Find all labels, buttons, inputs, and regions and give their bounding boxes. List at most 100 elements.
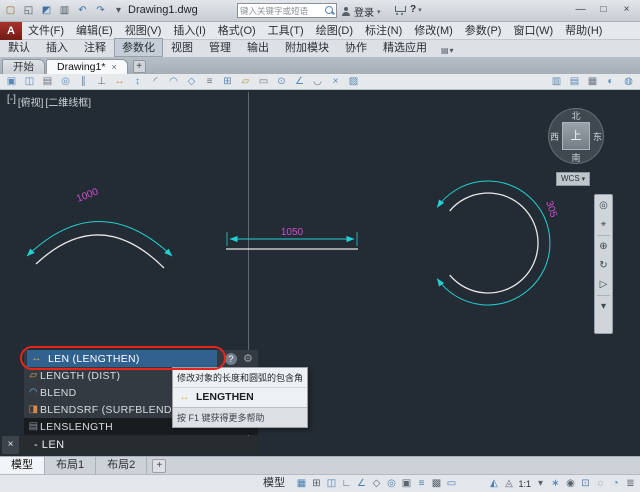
transparency-icon[interactable]: ▩ bbox=[431, 478, 442, 489]
search-input[interactable] bbox=[238, 5, 324, 16]
minimize-button[interactable]: — bbox=[569, 1, 592, 19]
new-layout-button[interactable] bbox=[152, 459, 167, 473]
open-file-icon[interactable]: ◱ bbox=[21, 3, 36, 18]
object-snap-icon[interactable]: ▣ bbox=[401, 478, 412, 489]
visual-style-controls[interactable]: [二维线框] bbox=[45, 94, 91, 109]
concentric-constraint-icon[interactable]: ◎ bbox=[59, 75, 72, 89]
file-tab-drawing1[interactable]: Drawing1* bbox=[46, 59, 128, 74]
close-tab-icon[interactable] bbox=[111, 60, 116, 74]
infer-constraints-icon[interactable]: ◫ bbox=[326, 478, 337, 489]
isometric-drafting-icon[interactable]: ◇ bbox=[371, 478, 382, 489]
ribbon-tab-parametric[interactable]: 参数化 bbox=[114, 38, 163, 57]
workspace-cube-icon[interactable]: ▣ bbox=[5, 75, 18, 89]
menu-edit[interactable]: 编辑(E) bbox=[70, 22, 119, 40]
coincident-constraint-icon[interactable]: ◫ bbox=[23, 75, 36, 89]
viewcube-east-label[interactable]: 东 bbox=[593, 130, 602, 143]
polar-tracking-icon[interactable]: ∠ bbox=[356, 478, 367, 489]
left-dimension-arc[interactable] bbox=[26, 221, 173, 257]
show-motion-icon[interactable]: ▷ bbox=[596, 276, 611, 293]
annotation-scale-button[interactable]: 1:1 bbox=[518, 479, 531, 489]
ribbon-tab-annotate[interactable]: 注释 bbox=[76, 38, 114, 57]
help-menu-button[interactable]: ? bbox=[410, 4, 422, 15]
model-space-button[interactable]: 模型 bbox=[258, 475, 290, 492]
ribbon-tab-output[interactable]: 输出 bbox=[239, 38, 277, 57]
left-arc-entity[interactable] bbox=[35, 234, 165, 269]
menu-window[interactable]: 窗口(W) bbox=[507, 22, 559, 40]
right-arc-dimension-text[interactable]: 305 bbox=[543, 200, 559, 220]
menu-dimension[interactable]: 标注(N) bbox=[359, 22, 408, 40]
viewcube[interactable]: 上 北 南 西 东 WCS bbox=[540, 96, 612, 188]
layout-tab-layout1[interactable]: 布局1 bbox=[45, 457, 97, 474]
sheet-set-manager-icon[interactable]: ▤ bbox=[568, 75, 581, 89]
viewcube-south-label[interactable]: 南 bbox=[540, 151, 612, 164]
save-icon[interactable]: ◩ bbox=[39, 3, 54, 18]
object-snap-tracking-icon[interactable]: ◎ bbox=[386, 478, 397, 489]
left-arc-dimension-text[interactable]: 1000 bbox=[75, 186, 100, 204]
auto-constrain-icon[interactable]: ⊞ bbox=[221, 75, 234, 89]
plot-icon[interactable]: ▥ bbox=[57, 3, 72, 18]
orbit-icon[interactable]: ↻ bbox=[596, 257, 611, 274]
lineweight-icon[interactable]: ≡ bbox=[416, 478, 427, 489]
graphics-performance-icon[interactable]: ◔ bbox=[610, 478, 621, 489]
annotation-monitor-icon[interactable]: ◉ bbox=[565, 478, 576, 489]
parameters-manager-icon[interactable]: ▨ bbox=[347, 75, 360, 89]
menu-format[interactable]: 格式(O) bbox=[212, 22, 262, 40]
suggestion-len-lengthen[interactable]: ↔ LEN (LENGTHEN) bbox=[27, 350, 217, 367]
menu-file[interactable]: 文件(F) bbox=[22, 22, 70, 40]
undo-icon[interactable]: ↶ bbox=[75, 3, 90, 18]
ribbon-tab-insert[interactable]: 插入 bbox=[38, 38, 76, 57]
view-controls[interactable]: [俯视] bbox=[18, 94, 44, 109]
new-file-icon[interactable]: ▢ bbox=[3, 3, 18, 18]
scale-caret-icon[interactable]: ▾ bbox=[535, 478, 546, 489]
radius-dimension-icon[interactable]: ⊙ bbox=[275, 75, 288, 89]
ribbon-tab-home[interactable]: 默认 bbox=[0, 38, 38, 57]
pan-icon[interactable]: ⌖ bbox=[596, 216, 611, 233]
ribbon-tab-addins[interactable]: 附加模块 bbox=[277, 38, 337, 57]
viewport-controls-menu[interactable]: [-] bbox=[7, 94, 16, 109]
annotation-visibility-icon[interactable]: ◭ bbox=[488, 478, 499, 489]
snap-icon[interactable]: ⊞ bbox=[311, 478, 322, 489]
menu-draw[interactable]: 绘图(D) bbox=[310, 22, 359, 40]
menu-parametric[interactable]: 参数(P) bbox=[459, 22, 508, 40]
aligned-dimension-icon[interactable]: ◡ bbox=[311, 75, 324, 89]
viewcube-west-label[interactable]: 西 bbox=[550, 130, 559, 143]
ribbon-tab-manage[interactable]: 管理 bbox=[201, 38, 239, 57]
hide-constraints-icon[interactable]: ▭ bbox=[257, 75, 270, 89]
app-logo-button[interactable]: A bbox=[0, 21, 22, 40]
qat-dropdown-icon[interactable]: ▾ bbox=[111, 3, 126, 18]
materials-browser-icon[interactable]: ◐ bbox=[604, 75, 617, 89]
layout-tab-layout2[interactable]: 布局2 bbox=[96, 457, 148, 474]
perpendicular-constraint-icon[interactable]: ⊥ bbox=[95, 75, 108, 89]
redo-icon[interactable]: ↷ bbox=[93, 3, 108, 18]
file-tab-start[interactable]: 开始 bbox=[2, 59, 45, 74]
ribbon-options-icon[interactable] bbox=[435, 46, 461, 57]
right-arc-entity[interactable] bbox=[449, 192, 539, 294]
grid-icon[interactable]: ▦ bbox=[296, 478, 307, 489]
viewcube-north-label[interactable]: 北 bbox=[540, 109, 612, 122]
navigation-wheel-icon[interactable]: ◎ bbox=[596, 197, 611, 214]
isolate-objects-icon[interactable]: ◌ bbox=[595, 478, 606, 489]
properties-palette-icon[interactable]: ▥ bbox=[550, 75, 563, 89]
horizontal-constraint-icon[interactable]: ↔ bbox=[113, 75, 126, 89]
close-button[interactable]: × bbox=[615, 1, 638, 19]
search-icon[interactable] bbox=[324, 5, 335, 16]
ribbon-tab-collaborate[interactable]: 协作 bbox=[337, 38, 375, 57]
command-window-close-icon[interactable]: × bbox=[2, 436, 19, 454]
layout-tab-model[interactable]: 模型 bbox=[0, 457, 45, 474]
viewcube-top-face[interactable]: 上 bbox=[562, 122, 590, 150]
tool-palettes-icon[interactable]: ▦ bbox=[586, 75, 599, 89]
right-dimension-arc[interactable] bbox=[436, 180, 551, 306]
vertical-constraint-icon[interactable]: ↕ bbox=[131, 75, 144, 89]
input-settings-gear-icon[interactable]: ⚙ bbox=[243, 352, 253, 365]
quick-properties-icon[interactable]: ⊡ bbox=[580, 478, 591, 489]
ribbon-tab-featured-apps[interactable]: 精选应用 bbox=[375, 38, 435, 57]
tangent-constraint-icon[interactable]: ◜ bbox=[149, 75, 162, 89]
maximize-button[interactable]: □ bbox=[592, 1, 615, 19]
customize-icon[interactable]: ≣ bbox=[625, 478, 636, 489]
equal-constraint-icon[interactable]: ≡ bbox=[203, 75, 216, 89]
menu-insert[interactable]: 插入(I) bbox=[167, 22, 211, 40]
show-constraints-icon[interactable]: ▱ bbox=[239, 75, 252, 89]
middle-dimension-text[interactable]: 1050 bbox=[281, 227, 304, 238]
smooth-constraint-icon[interactable]: ◠ bbox=[167, 75, 180, 89]
workspace-switching-icon[interactable]: ∗ bbox=[550, 478, 561, 489]
